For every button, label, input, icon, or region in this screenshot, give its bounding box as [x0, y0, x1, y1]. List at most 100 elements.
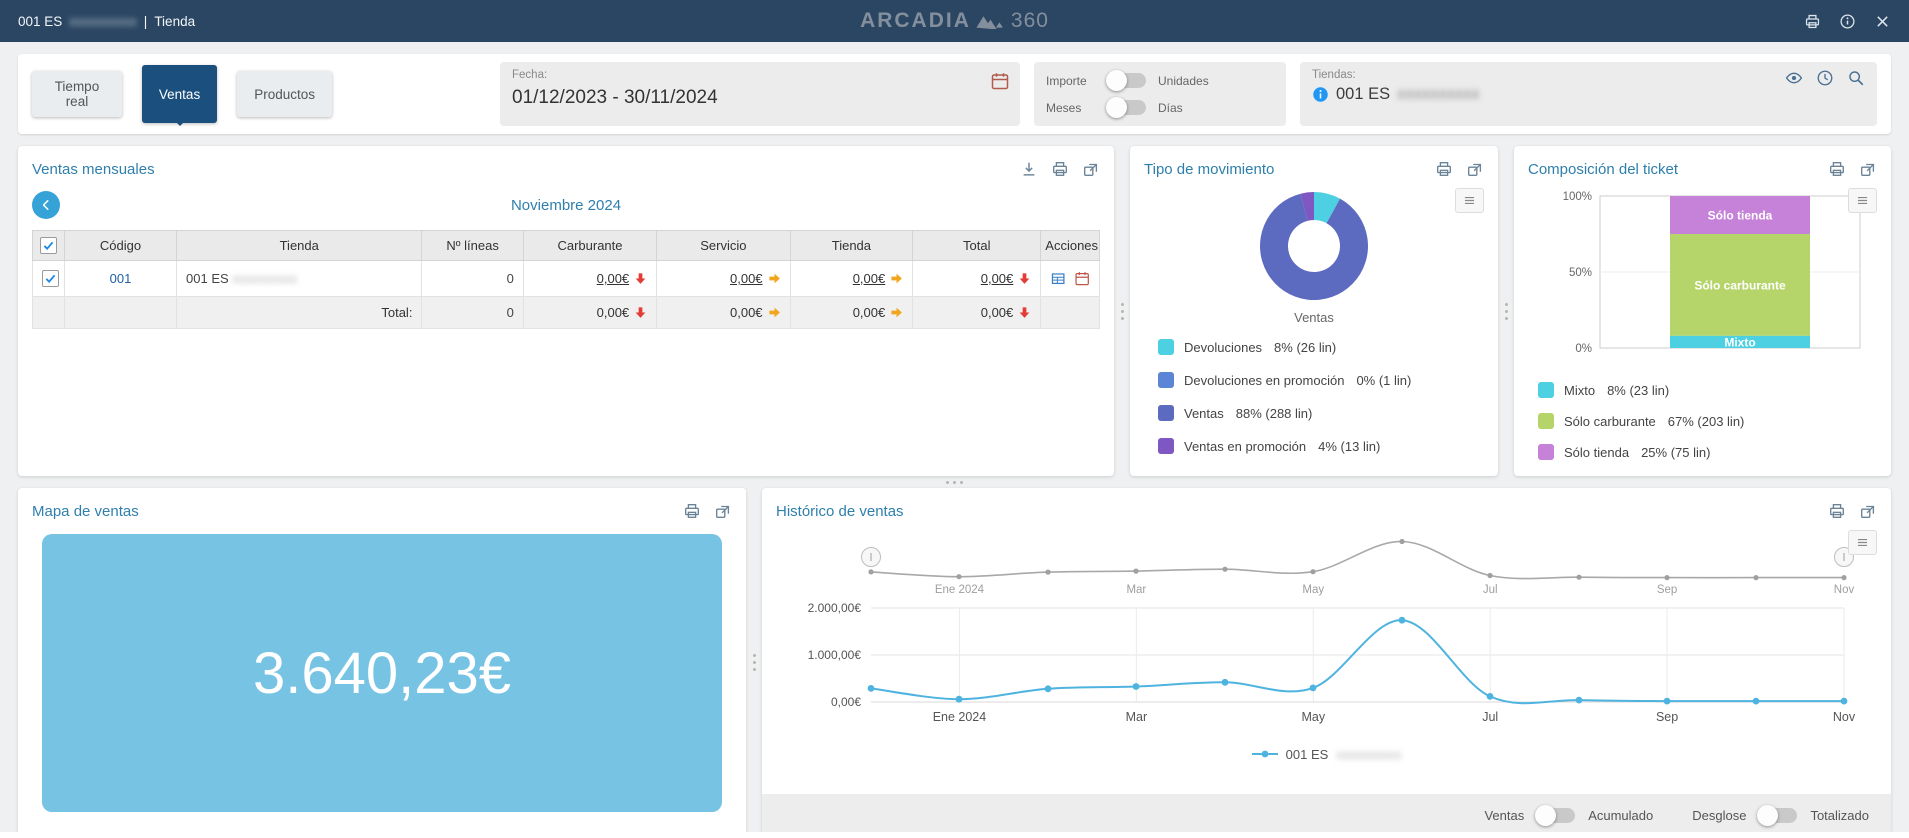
col-tienda[interactable]: Tienda [177, 231, 422, 261]
legend-label: Devoluciones [1184, 340, 1262, 355]
calendar-action-icon[interactable] [1074, 270, 1090, 287]
panel-title: Histórico de ventas [776, 503, 904, 520]
data-point[interactable] [868, 685, 875, 692]
navigator-x-label: Sep [1657, 584, 1677, 596]
data-point[interactable] [956, 696, 963, 703]
ventas-acumulado-toggle[interactable] [1537, 808, 1575, 823]
print-icon[interactable] [1828, 502, 1846, 520]
search-icon[interactable] [1847, 69, 1865, 87]
print-icon[interactable] [1804, 13, 1821, 30]
expand-icon[interactable] [1082, 160, 1100, 178]
data-point[interactable] [1045, 685, 1052, 692]
date-range-picker[interactable]: Fecha: 01/12/2023 - 30/11/2024 [500, 62, 1020, 126]
col-codigo[interactable]: Código [65, 231, 177, 261]
view-tabs: Tiempo real Ventas Productos [32, 65, 332, 123]
legend-item[interactable]: Sólo carburante 67% (203 lin) [1538, 413, 1877, 429]
data-point[interactable] [1841, 698, 1848, 705]
row-store-name-blurred: xxxxxxxxxx [232, 271, 297, 286]
legend-item[interactable]: Mixto 8% (23 lin) [1538, 382, 1877, 398]
info-icon[interactable] [1839, 13, 1856, 30]
col-lineas[interactable]: Nº líneas [422, 231, 523, 261]
data-point[interactable] [1576, 697, 1583, 704]
col-servicio[interactable]: Servicio [657, 231, 790, 261]
expand-icon[interactable] [1859, 160, 1877, 178]
row-store-code: 001 ES [186, 271, 229, 286]
legend-item[interactable]: Ventas en promoción 4% (13 lin) [1158, 438, 1484, 454]
table-row: 001 001 ES xxxxxxxxxx 0 0,00€ 0,00€ 0,00… [33, 261, 1100, 297]
trend-down-icon [1018, 272, 1031, 285]
meses-dias-toggle[interactable] [1108, 100, 1146, 115]
print-icon[interactable] [1828, 160, 1846, 178]
chart-menu-button[interactable] [1848, 530, 1877, 555]
legend-value: 88% (288 lin) [1236, 406, 1313, 421]
legend-item[interactable]: Devoluciones 8% (26 lin) [1158, 339, 1484, 355]
servicio-value-link[interactable]: 0,00€ [730, 271, 763, 286]
tab-productos[interactable]: Productos [237, 71, 332, 117]
panel-resize-handle[interactable] [746, 488, 762, 836]
expand-icon[interactable] [1859, 502, 1877, 520]
print-icon[interactable] [683, 502, 701, 520]
donut-legend: Devoluciones 8% (26 lin) Devoluciones en… [1158, 339, 1484, 454]
y-axis-label: 0,00€ [831, 695, 861, 709]
eye-icon[interactable] [1785, 69, 1803, 87]
sales-history-chart: 0,00€1.000,00€2.000,00€Ene 2024Ene 2024M… [776, 528, 1877, 740]
print-icon[interactable] [1435, 160, 1453, 178]
panel-resize-handle[interactable] [1498, 146, 1514, 476]
detail-table-icon[interactable] [1050, 270, 1066, 287]
history-clock-icon[interactable] [1816, 69, 1834, 87]
importe-unidades-row: Importe Unidades [1046, 73, 1274, 88]
tienda-value-link[interactable]: 0,00€ [853, 271, 886, 286]
desglose-totalizado-toggle[interactable] [1759, 808, 1797, 823]
tab-ventas[interactable]: Ventas [142, 65, 217, 123]
chart-menu-button[interactable] [1455, 188, 1484, 213]
breadcrumb-store-name-blurred: xxxxxxxxxx [69, 14, 137, 29]
navigator-series-line [871, 541, 1844, 578]
data-point[interactable] [1133, 683, 1140, 690]
print-icon[interactable] [1051, 160, 1069, 178]
panel-composicion-ticket: Composición del ticket 100%50%0%Sólo tie… [1514, 146, 1891, 476]
download-icon[interactable] [1020, 160, 1038, 178]
col-total[interactable]: Total [913, 231, 1041, 261]
store-info-icon[interactable] [1312, 85, 1329, 104]
legend-item[interactable]: Sólo tienda 25% (75 lin) [1538, 444, 1877, 460]
legend-item[interactable]: Ventas 88% (288 lin) [1158, 405, 1484, 421]
calendar-icon[interactable] [990, 71, 1010, 91]
data-point[interactable] [1399, 617, 1406, 624]
select-all-checkbox[interactable] [40, 237, 57, 254]
importe-unidades-toggle[interactable] [1108, 73, 1146, 88]
chart-legend[interactable]: 001 ES xxxxxxxxxx [776, 742, 1877, 766]
navigator-point [1045, 570, 1050, 575]
donut-series-label: Ventas [1294, 310, 1334, 325]
y-axis-label: 50% [1568, 267, 1591, 279]
store-code-link[interactable]: 001 [110, 271, 132, 286]
data-point[interactable] [1487, 693, 1494, 700]
expand-icon[interactable] [714, 502, 732, 520]
chart-menu-button[interactable] [1848, 188, 1877, 213]
toggle-totalizado-label: Totalizado [1810, 808, 1869, 823]
total-value-link[interactable]: 0,00€ [981, 271, 1014, 286]
col-tienda2[interactable]: Tienda [790, 231, 913, 261]
data-point[interactable] [1222, 679, 1229, 686]
y-axis-label: 2.000,00€ [808, 601, 862, 615]
sales-map-tile[interactable]: 3.640,23€ [42, 534, 722, 812]
toggle-knob [1757, 805, 1778, 826]
close-icon[interactable] [1874, 13, 1891, 30]
row-resize-handle[interactable] [18, 476, 1891, 488]
col-carburante[interactable]: Carburante [523, 231, 656, 261]
filters-toolbar: Tiempo real Ventas Productos Fecha: 01/1… [18, 54, 1891, 134]
previous-month-button[interactable] [32, 191, 60, 219]
expand-icon[interactable] [1466, 160, 1484, 178]
tab-tiempo-real[interactable]: Tiempo real [32, 71, 122, 117]
legend-item[interactable]: Devoluciones en promoción 0% (1 lin) [1158, 372, 1484, 388]
data-point[interactable] [1664, 698, 1671, 705]
row-checkbox[interactable] [42, 270, 59, 287]
panel-resize-handle[interactable] [1114, 146, 1130, 476]
store-selector[interactable]: Tiendas: 001 ES xxxxxxxxxx [1300, 62, 1877, 126]
carburante-value-link[interactable]: 0,00€ [597, 271, 630, 286]
data-point[interactable] [1753, 698, 1760, 705]
trend-flat-icon [768, 306, 781, 319]
period-title: Noviembre 2024 [32, 197, 1100, 214]
data-point[interactable] [1310, 685, 1317, 692]
panel-title: Mapa de ventas [32, 503, 139, 520]
page-bottom-strip [0, 832, 1909, 838]
